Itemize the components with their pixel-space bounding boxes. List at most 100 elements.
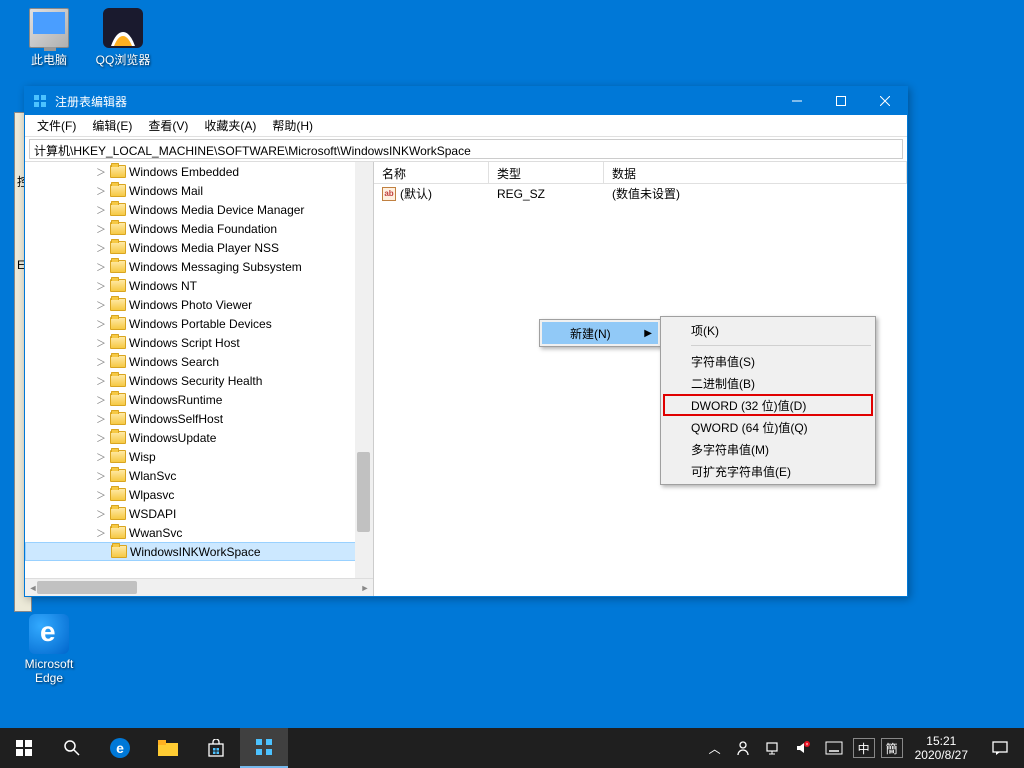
svg-text:×: × <box>805 742 808 748</box>
chevron-right-icon: ▶ <box>644 328 652 339</box>
col-type[interactable]: 类型 <box>489 162 604 183</box>
minimize-button[interactable] <box>775 87 819 115</box>
taskbar-clock[interactable]: 15:21 2020/8/27 <box>907 734 976 762</box>
col-data[interactable]: 数据 <box>604 162 907 183</box>
tree-node[interactable]: ＞WindowsRuntime <box>25 390 373 409</box>
tree-node-label: Windows Embedded <box>129 165 239 179</box>
menu-edit[interactable]: 编辑(E) <box>84 115 140 136</box>
tray-overflow[interactable]: ︿ <box>703 728 727 768</box>
tree-node[interactable]: ＞ Windows Mail <box>25 181 373 200</box>
expander-icon[interactable]: ＞ <box>95 525 107 540</box>
folder-icon <box>110 431 126 444</box>
desktop-icon-edge[interactable]: Microsoft Edge <box>14 614 84 685</box>
expander-icon[interactable]: ＞ <box>95 430 107 445</box>
tray-network-icon[interactable] <box>759 728 787 768</box>
desktop-icon-qq-browser[interactable]: QQ浏览器 <box>88 8 158 68</box>
tree-node[interactable]: ＞ Windows NT <box>25 276 373 295</box>
qq-browser-icon <box>103 8 143 48</box>
tree-vertical-scrollbar[interactable] <box>355 162 373 578</box>
maximize-button[interactable] <box>819 87 863 115</box>
tray-ime-mode[interactable]: 簡 <box>881 738 903 758</box>
folder-icon <box>110 507 126 520</box>
taskbar-edge[interactable]: e <box>96 728 144 768</box>
tree-node[interactable]: ＞Wisp <box>25 447 373 466</box>
expander-icon[interactable]: ＞ <box>95 259 107 274</box>
context-new[interactable]: 新建(N)▶ <box>542 322 658 344</box>
address-bar[interactable]: 计算机\HKEY_LOCAL_MACHINE\SOFTWARE\Microsof… <box>29 139 903 159</box>
tree-node[interactable]: ＞Wlpasvc <box>25 485 373 504</box>
tree-node[interactable]: ＞Windows Script Host <box>25 333 373 352</box>
tree-node-label: Windows Messaging Subsystem <box>129 260 302 274</box>
system-tray: ︿ × 中 簡 15:21 2020/8/27 <box>703 728 1024 768</box>
expander-icon[interactable]: ＞ <box>95 202 107 217</box>
folder-icon <box>110 393 126 406</box>
context-new-string[interactable]: 字符串值(S) <box>663 350 873 372</box>
expander-icon[interactable]: ＞ <box>95 373 107 388</box>
tree-node[interactable]: ＞ Windows Embedded <box>25 162 373 181</box>
taskbar-explorer[interactable] <box>144 728 192 768</box>
tree-node[interactable]: ＞WindowsINKWorkSpace <box>25 542 373 561</box>
expander-icon[interactable]: ＞ <box>95 164 107 179</box>
tree-node[interactable]: ＞WlanSvc <box>25 466 373 485</box>
tree-node[interactable]: ＞WwanSvc <box>25 523 373 542</box>
expander-icon[interactable]: ＞ <box>95 392 107 407</box>
context-new-qword[interactable]: QWORD (64 位)值(Q) <box>663 416 873 438</box>
tree-horizontal-scrollbar[interactable]: ◄ ► <box>25 578 373 596</box>
tree-node-label: Windows Media Device Manager <box>129 203 304 217</box>
expander-icon[interactable]: ＞ <box>95 354 107 369</box>
desktop-icon-this-pc[interactable]: 此电脑 <box>14 8 84 68</box>
taskbar: e ︿ × 中 簡 15:21 2020/8/27 <box>0 728 1024 768</box>
taskbar-regedit[interactable] <box>240 728 288 768</box>
context-submenu-new: 项(K) 字符串值(S) 二进制值(B) DWORD (32 位)值(D) QW… <box>660 316 876 485</box>
action-center-button[interactable] <box>978 739 1022 757</box>
expander-icon[interactable]: ＞ <box>95 487 107 502</box>
tree-node[interactable]: ＞WSDAPI <box>25 504 373 523</box>
menu-separator <box>691 345 871 346</box>
tray-volume-icon[interactable]: × <box>789 728 817 768</box>
expander-icon[interactable]: ＞ <box>95 221 107 236</box>
tree-node-label: Windows Mail <box>129 184 203 198</box>
tree-node[interactable]: ＞Windows Media Player NSS <box>25 238 373 257</box>
tray-keyboard-icon[interactable] <box>819 728 849 768</box>
tree-node[interactable]: ＞Windows Security Health <box>25 371 373 390</box>
context-new-expandstring[interactable]: 可扩充字符串值(E) <box>663 460 873 482</box>
close-button[interactable] <box>863 87 907 115</box>
tree-node[interactable]: ＞Windows Portable Devices <box>25 314 373 333</box>
start-button[interactable] <box>0 728 48 768</box>
folder-icon <box>110 298 126 311</box>
tree-node[interactable]: ＞ Windows Media Device Manager <box>25 200 373 219</box>
expander-icon[interactable]: ＞ <box>95 240 107 255</box>
folder-icon <box>110 412 126 425</box>
tree-node[interactable]: ＞Windows Search <box>25 352 373 371</box>
titlebar[interactable]: 注册表编辑器 <box>25 87 907 115</box>
search-button[interactable] <box>48 728 96 768</box>
tray-ime-lang[interactable]: 中 <box>853 738 875 758</box>
value-row[interactable]: ab(默认) REG_SZ (数值未设置) <box>374 184 907 203</box>
menu-favorites[interactable]: 收藏夹(A) <box>196 115 264 136</box>
col-name[interactable]: 名称 <box>374 162 489 183</box>
expander-icon[interactable]: ＞ <box>95 506 107 521</box>
tray-people-icon[interactable] <box>729 728 757 768</box>
menu-file[interactable]: 文件(F) <box>29 115 84 136</box>
tree-node-label: Windows NT <box>129 279 197 293</box>
expander-icon[interactable]: ＞ <box>95 468 107 483</box>
expander-icon[interactable]: ＞ <box>95 183 107 198</box>
tree-node[interactable]: ＞WindowsUpdate <box>25 428 373 447</box>
tree-node[interactable]: ＞Windows Media Foundation <box>25 219 373 238</box>
context-new-dword[interactable]: DWORD (32 位)值(D) <box>663 394 873 416</box>
expander-icon[interactable]: ＞ <box>95 316 107 331</box>
tree-node[interactable]: ＞Windows Photo Viewer <box>25 295 373 314</box>
expander-icon[interactable]: ＞ <box>95 411 107 426</box>
tree-node[interactable]: ＞WindowsSelfHost <box>25 409 373 428</box>
tree-node[interactable]: ＞ Windows Messaging Subsystem <box>25 257 373 276</box>
menu-help[interactable]: 帮助(H) <box>264 115 321 136</box>
context-new-multistring[interactable]: 多字符串值(M) <box>663 438 873 460</box>
menu-view[interactable]: 查看(V) <box>140 115 196 136</box>
taskbar-store[interactable] <box>192 728 240 768</box>
expander-icon[interactable]: ＞ <box>95 297 107 312</box>
expander-icon[interactable]: ＞ <box>95 449 107 464</box>
context-new-key[interactable]: 项(K) <box>663 319 873 341</box>
context-new-binary[interactable]: 二进制值(B) <box>663 372 873 394</box>
expander-icon[interactable]: ＞ <box>95 335 107 350</box>
expander-icon[interactable]: ＞ <box>95 278 107 293</box>
